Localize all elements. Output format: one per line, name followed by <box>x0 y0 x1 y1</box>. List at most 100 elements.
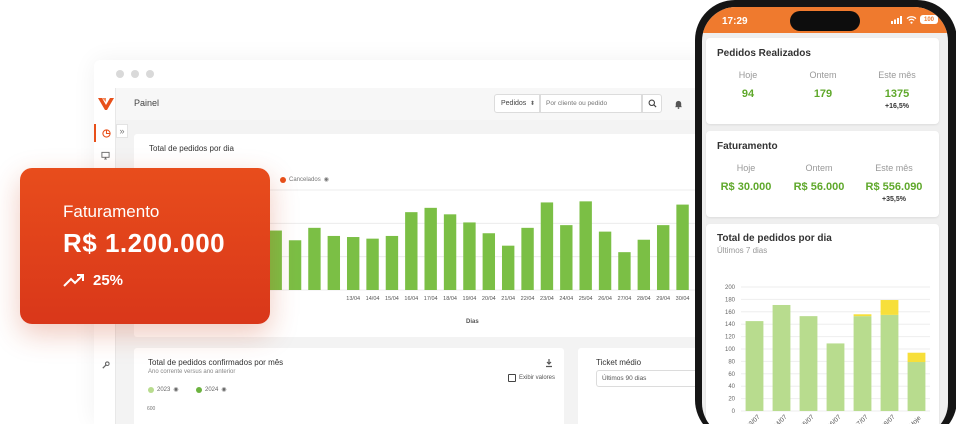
revenue-trend-value: 25% <box>93 272 124 289</box>
x-tick-label: 04/07 <box>772 413 789 424</box>
eye-icon: ◉ <box>173 387 179 393</box>
sidebar-item-dashboard[interactable] <box>94 124 116 142</box>
y-tick-label: 200 <box>725 285 736 291</box>
chart-bar <box>656 225 670 290</box>
y-tick-label: 100 <box>725 347 736 353</box>
chart-bar <box>907 362 926 411</box>
x-tick-label: Hoje <box>908 414 923 424</box>
stat-value: R$ 556.090 <box>865 181 923 193</box>
pie-chart-icon <box>101 128 111 138</box>
legend-2024-label: 2024 <box>205 386 219 393</box>
x-tick-label: 19/04 <box>463 296 477 302</box>
x-tick-label: 30/04 <box>676 296 690 302</box>
chart-bar <box>880 314 899 411</box>
revenue-highlight-card: Faturamento R$ 1.200.000 25% <box>20 168 270 324</box>
revenue-month: Este mês R$ 556.090 +35,5% <box>857 163 931 203</box>
stat-label: Hoje <box>738 70 758 80</box>
sidebar-item-tools[interactable] <box>94 356 116 374</box>
y-tick-label: 160 <box>725 310 736 316</box>
legend-2023[interactable]: 2023 ◉ <box>148 386 179 393</box>
sidebar-item-monitor[interactable] <box>94 146 116 164</box>
monitor-icon <box>100 151 110 160</box>
stat-label: Ontem <box>805 163 833 173</box>
wifi-icon <box>906 15 917 24</box>
show-values-label: Exibir valores <box>519 375 556 381</box>
monthly-orders-card: Total de pedidos confirmados por mês Ano… <box>134 348 564 424</box>
dynamic-island <box>790 11 860 31</box>
revenue-highlight-label: Faturamento <box>63 202 160 221</box>
window-dot[interactable] <box>131 70 139 78</box>
battery-icon: 100 <box>920 15 938 24</box>
revenue-highlight-value: R$ 1.200.000 <box>63 228 226 258</box>
notifications-button[interactable] <box>672 98 684 110</box>
select-caret-icon: ⬍ <box>529 101 535 107</box>
chart-bar <box>745 321 764 411</box>
orders-card: Pedidos Realizados Hoje 94 Ontem 179 Est… <box>706 38 939 124</box>
revenue-today: Hoje R$ 30.000 <box>709 163 783 193</box>
revenue-card: Faturamento Hoje R$ 30.000 Ontem R$ 56.0… <box>706 131 939 217</box>
show-values-checkbox[interactable] <box>508 374 516 382</box>
chart-bar <box>799 316 818 411</box>
download-icon[interactable] <box>544 358 554 368</box>
signal-icon <box>891 15 902 24</box>
x-tick-label: 23/04 <box>540 296 554 302</box>
chart-bar <box>424 207 437 290</box>
chart-bar <box>853 316 872 411</box>
chart-bar <box>598 231 612 290</box>
x-tick-label: 08/07 <box>880 413 897 424</box>
stat-value: 94 <box>741 88 755 100</box>
y-tick-label: 120 <box>725 335 736 341</box>
legend-dot <box>196 386 202 393</box>
sidebar-expand-button[interactable]: » <box>116 124 128 138</box>
chart-bar-segment <box>880 300 899 315</box>
x-tick-label: 06/07 <box>826 413 843 424</box>
status-time: 17:29 <box>722 16 748 27</box>
legend-2024[interactable]: 2024 ◉ <box>196 386 227 393</box>
search-icon <box>648 99 657 108</box>
window-dot[interactable] <box>116 70 124 78</box>
search-type-select[interactable]: Pedidos ⬍ <box>494 94 540 113</box>
search-input[interactable] <box>540 94 642 113</box>
window-dot[interactable] <box>146 70 154 78</box>
x-tick-label: 22/04 <box>521 296 535 302</box>
bell-icon <box>674 100 682 109</box>
eye-icon: ◉ <box>221 387 227 393</box>
y-tick-label: 80 <box>728 359 735 365</box>
x-axis-title: Dias <box>466 319 479 325</box>
search-button[interactable] <box>642 94 662 113</box>
chart-bar <box>482 233 496 290</box>
stat-label: Ontem <box>809 70 837 80</box>
chart-bar <box>521 227 534 290</box>
revenue-title: Faturamento <box>717 141 778 152</box>
y-tick-label: 140 <box>725 322 736 328</box>
revenue-trend: 25% <box>63 272 123 289</box>
y-tick-label: 0 <box>732 409 736 415</box>
ticket-title: Ticket médio <box>596 358 642 367</box>
chart-bar <box>540 202 554 290</box>
search-type-value: Pedidos <box>501 100 527 107</box>
y-tick-label: 60 <box>728 372 735 378</box>
stat-value: R$ 30.000 <box>720 181 772 193</box>
x-tick-label: 07/07 <box>853 413 870 424</box>
monthly-orders-title: Total de pedidos confirmados por mês <box>148 358 284 367</box>
chart-bar <box>385 235 399 290</box>
stat-delta: +35,5% <box>882 196 906 203</box>
chart-bar <box>676 204 689 290</box>
x-tick-label: 17/04 <box>424 296 438 302</box>
x-tick-label: 03/07 <box>745 413 762 424</box>
stat-value: 1375 <box>884 88 910 100</box>
orders-month: Este mês 1375 +16,5% <box>860 70 934 110</box>
chart-bar <box>346 237 360 290</box>
stat-label: Este mês <box>875 163 913 173</box>
chart-bar <box>579 201 592 290</box>
status-bar: 17:29 100 <box>702 7 948 33</box>
chart-bar-segment <box>907 352 926 363</box>
show-values-toggle[interactable]: Exibir valores <box>508 374 555 382</box>
x-tick-label: 15/04 <box>385 296 399 302</box>
y-tick-label: 20 <box>728 397 735 403</box>
legend-2023-label: 2023 <box>157 386 171 393</box>
x-tick-label: 28/04 <box>637 296 651 302</box>
x-tick-label: 13/04 <box>346 296 360 302</box>
chart-bar <box>443 214 457 290</box>
brand-logo-icon[interactable] <box>97 96 115 112</box>
